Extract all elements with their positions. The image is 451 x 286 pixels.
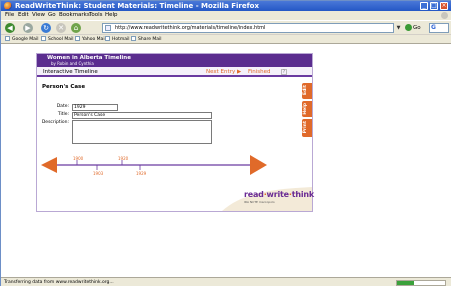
bookmark-google-mail[interactable]: Google Mail	[5, 35, 38, 44]
bookmark-label: Google Mail	[12, 37, 39, 42]
maximize-button[interactable]: □	[430, 2, 438, 10]
date-input[interactable]: 1929	[72, 104, 118, 111]
timeline-year[interactable]: 1900	[73, 156, 83, 161]
stop-button[interactable]: ✕	[56, 23, 66, 33]
go-label: Go	[413, 25, 421, 31]
bookmark-label: Yahoo Mail	[82, 37, 106, 42]
timeline-entry-panel: Person's Case Date: 1929 Title: Person's…	[37, 79, 314, 211]
window-title: ReadWriteThink: Student Materials: Timel…	[15, 2, 259, 10]
reload-button[interactable]: ↻	[41, 23, 51, 33]
close-button[interactable]: ×	[440, 2, 448, 10]
status-bar: Transferring data from www.readwritethin…	[1, 277, 451, 286]
bookmarks-toolbar: Google Mail School Mail Yahoo Mail Hotma…	[1, 34, 451, 44]
timeline-year[interactable]: 1903	[93, 171, 103, 176]
forward-button[interactable]: ▶	[23, 23, 33, 33]
logo-think: think	[291, 190, 315, 199]
bookmark-yahoo-mail[interactable]: Yahoo Mail	[75, 35, 106, 44]
entry-heading: Person's Case	[42, 84, 86, 90]
go-button[interactable]: Go	[405, 23, 427, 33]
timeline-toolbar: Interactive Timeline Next Entry ▶ Finish…	[37, 67, 312, 77]
finished-button[interactable]: Finished	[248, 68, 271, 76]
timeline-year[interactable]: 1929	[136, 171, 146, 176]
timeline-left-arrow[interactable]	[41, 157, 57, 173]
title-input[interactable]: Person's Case	[72, 112, 212, 119]
throbber-icon	[441, 12, 448, 19]
logo-write: write	[266, 190, 290, 199]
page-content: Women in Alberta Timeline by Robin and C…	[1, 44, 451, 277]
title-bar: ReadWriteThink: Student Materials: Timel…	[1, 1, 451, 11]
menu-view[interactable]: View	[32, 11, 45, 20]
search-box[interactable]: G	[429, 23, 449, 33]
timeline-header: Women in Alberta Timeline by Robin and C…	[37, 54, 312, 67]
timeline-year[interactable]: 1920	[118, 156, 128, 161]
partner-logos: IRA NCTE marcopolo	[244, 200, 275, 204]
menu-help[interactable]: Help	[105, 11, 118, 20]
menu-file[interactable]: File	[5, 11, 14, 20]
menu-bookmarks[interactable]: Bookmarks	[59, 11, 90, 20]
url-dropdown-icon[interactable]: ▼	[395, 24, 402, 32]
date-label: Date:	[56, 104, 69, 109]
description-label: Description:	[41, 120, 69, 125]
menu-go[interactable]: Go	[48, 11, 56, 20]
interactive-timeline-label: Interactive Timeline	[43, 69, 98, 75]
back-button[interactable]: ◀	[5, 23, 15, 33]
url-field[interactable]: http://www.readwritethink.org/materials/…	[102, 23, 394, 33]
readwritethink-logo: read·write·think IRA NCTE marcopolo	[222, 187, 314, 211]
bookmark-icon	[105, 36, 110, 41]
bookmark-icon	[131, 36, 136, 41]
bookmark-icon	[75, 36, 80, 41]
navigation-toolbar: ◀ ▶ ↻ ✕ ⌂ http://www.readwritethink.org/…	[1, 20, 451, 34]
title-label: Title:	[57, 112, 69, 117]
bookmark-school-mail[interactable]: School Mail	[41, 35, 74, 44]
progress-bar	[396, 280, 446, 286]
timeline-graphic	[41, 155, 267, 175]
bookmark-hotmail[interactable]: Hotmail	[105, 35, 130, 44]
bookmark-label: School Mail	[48, 37, 74, 42]
home-button[interactable]: ⌂	[71, 23, 81, 33]
help-tab[interactable]: Help	[302, 101, 312, 117]
menu-bar: File Edit View Go Bookmarks Tools Help	[1, 11, 451, 20]
timeline-authors: by Robin and Cynthia	[51, 61, 94, 66]
browser-window: ReadWriteThink: Student Materials: Timel…	[0, 0, 451, 286]
description-textarea[interactable]	[72, 120, 212, 144]
menu-edit[interactable]: Edit	[18, 11, 29, 20]
bookmark-label: Hotmail	[112, 37, 130, 42]
next-entry-button[interactable]: Next Entry ▶	[206, 68, 241, 76]
print-tab[interactable]: Print	[302, 119, 312, 137]
menu-tools[interactable]: Tools	[89, 11, 103, 20]
print-tab-label: Print	[303, 121, 308, 134]
help-icon[interactable]: ?	[281, 69, 287, 75]
status-message: Transferring data from www.readwritethin…	[4, 280, 114, 285]
url-text: http://www.readwritethink.org/materials/…	[115, 25, 266, 31]
logo-read: read	[244, 190, 264, 199]
page-icon	[105, 25, 111, 31]
timeline-right-arrow[interactable]	[250, 155, 267, 175]
edit-tab-label: Edit	[303, 85, 308, 95]
bookmark-icon	[41, 36, 46, 41]
firefox-icon	[4, 2, 12, 10]
edit-tab[interactable]: Edit	[302, 83, 312, 99]
bookmark-label: Share Mail	[138, 37, 162, 42]
bookmark-share-mail[interactable]: Share Mail	[131, 35, 162, 44]
timeline-app: Women in Alberta Timeline by Robin and C…	[36, 53, 314, 212]
bookmark-icon	[5, 36, 10, 41]
go-icon	[405, 24, 412, 31]
logo-text: read·write·think	[244, 190, 314, 199]
help-tab-label: Help	[303, 103, 308, 115]
google-icon: G	[431, 24, 436, 31]
minimize-button[interactable]: _	[420, 2, 428, 10]
progress-fill	[397, 281, 414, 285]
